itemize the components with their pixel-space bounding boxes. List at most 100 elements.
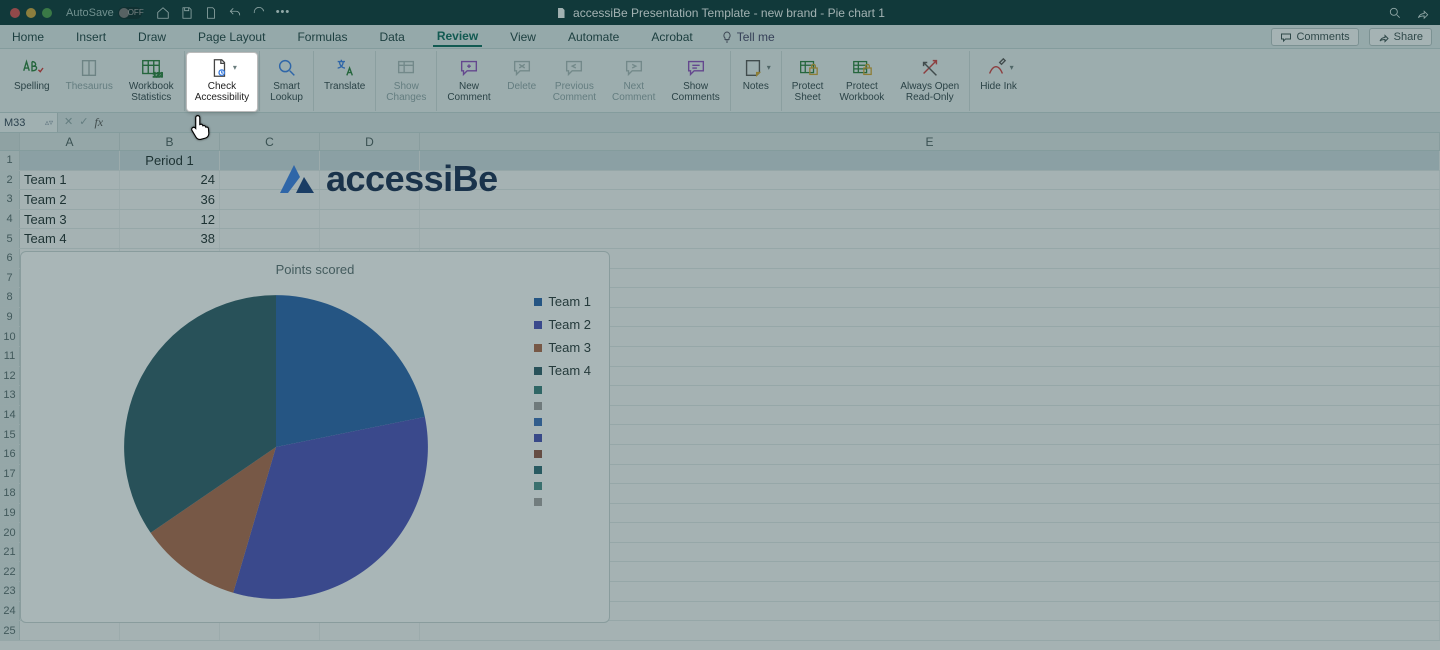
table-row[interactable]: 3 Team 2 36 [0, 190, 1440, 210]
cell[interactable] [420, 621, 1440, 640]
row-header[interactable]: 19 [0, 504, 20, 523]
row-header[interactable]: 13 [0, 386, 20, 405]
tab-insert[interactable]: Insert [72, 28, 110, 46]
tab-draw[interactable]: Draw [134, 28, 170, 46]
cell[interactable]: Team 2 [20, 190, 120, 209]
tab-page-layout[interactable]: Page Layout [194, 28, 269, 46]
row-header[interactable]: 1 [0, 151, 20, 170]
row-header[interactable]: 20 [0, 523, 20, 542]
row-header[interactable]: 4 [0, 210, 20, 229]
col-header-A[interactable]: A [20, 133, 120, 150]
cell[interactable] [320, 229, 420, 248]
tab-data[interactable]: Data [375, 28, 408, 46]
row-header[interactable]: 12 [0, 367, 20, 386]
cell[interactable]: 38 [120, 229, 220, 248]
tab-acrobat[interactable]: Acrobat [647, 28, 696, 46]
more-icon[interactable]: ••• [276, 6, 291, 20]
cell[interactable] [420, 190, 1440, 209]
row-header[interactable]: 11 [0, 347, 20, 366]
tab-formulas[interactable]: Formulas [293, 28, 351, 46]
row-header[interactable]: 24 [0, 602, 20, 621]
window-controls[interactable] [10, 8, 52, 18]
col-header-E[interactable]: E [420, 133, 1440, 150]
row-header[interactable]: 2 [0, 171, 20, 190]
accept-formula-icon[interactable]: ✓ [79, 115, 88, 130]
search-icon[interactable] [1388, 6, 1402, 20]
row-header[interactable]: 8 [0, 288, 20, 307]
fx-icon[interactable]: fx [94, 115, 103, 130]
cell[interactable]: 36 [120, 190, 220, 209]
tab-home[interactable]: Home [8, 28, 48, 46]
cell[interactable] [420, 229, 1440, 248]
row-header[interactable]: 14 [0, 406, 20, 425]
table-row[interactable]: 1 Period 1 [0, 151, 1440, 171]
name-box[interactable]: M33▵▿ [0, 113, 58, 132]
cell[interactable]: Period 1 [120, 151, 220, 170]
cell[interactable] [20, 621, 120, 640]
row-header[interactable]: 21 [0, 543, 20, 562]
spelling-button[interactable]: Spelling [6, 53, 58, 111]
undo-icon[interactable] [228, 6, 242, 20]
share-button[interactable]: Share [1369, 28, 1432, 46]
always-open-readonly-button[interactable]: Always Open Read-Only [892, 53, 967, 111]
cell[interactable] [420, 171, 1440, 190]
workbook-statistics-button[interactable]: 123Workbook Statistics [121, 53, 182, 111]
cell[interactable] [420, 151, 1440, 170]
cell[interactable]: Team 3 [20, 210, 120, 229]
protect-workbook-button[interactable]: Protect Workbook [831, 53, 892, 111]
new-comment-button[interactable]: New Comment [439, 53, 498, 111]
maximize-window-icon[interactable] [42, 8, 52, 18]
cell[interactable]: Team 4 [20, 229, 120, 248]
row-header[interactable]: 6 [0, 249, 20, 268]
table-row[interactable]: 5 Team 4 38 [0, 229, 1440, 249]
row-header[interactable]: 23 [0, 582, 20, 601]
redo-icon[interactable] [252, 6, 266, 20]
document-icon[interactable] [204, 6, 218, 20]
share-toolbar-icon[interactable] [1416, 6, 1430, 20]
tab-automate[interactable]: Automate [564, 28, 623, 46]
pie-chart[interactable]: Points scored Team 1Team 2Team 3Team 4 [20, 251, 610, 623]
cell[interactable] [20, 151, 120, 170]
smart-lookup-button[interactable]: Smart Lookup [262, 53, 311, 111]
spreadsheet-grid[interactable]: A B C D E 1 Period 1 2 Team 1 24 3 Team … [0, 133, 1440, 650]
row-header[interactable]: 15 [0, 425, 20, 444]
cell[interactable] [320, 210, 420, 229]
cell[interactable] [320, 621, 420, 640]
row-header[interactable]: 5 [0, 229, 20, 248]
cell[interactable] [220, 621, 320, 640]
tell-me[interactable]: Tell me [721, 30, 775, 44]
home-icon[interactable] [156, 6, 170, 20]
row-header[interactable]: 17 [0, 465, 20, 484]
cell[interactable] [220, 229, 320, 248]
table-row[interactable]: 4 Team 3 12 [0, 210, 1440, 230]
col-header-D[interactable]: D [320, 133, 420, 150]
cancel-formula-icon[interactable]: ✕ [64, 115, 73, 130]
tab-view[interactable]: View [506, 28, 540, 46]
row-header[interactable]: 10 [0, 327, 20, 346]
protect-sheet-button[interactable]: Protect Sheet [784, 53, 832, 111]
show-comments-button[interactable]: Show Comments [663, 53, 727, 111]
check-accessibility-button[interactable]: ▾Check Accessibility [187, 53, 257, 111]
row-header[interactable]: 16 [0, 445, 20, 464]
row-header[interactable]: 25 [0, 621, 20, 640]
close-window-icon[interactable] [10, 8, 20, 18]
col-header-C[interactable]: C [220, 133, 320, 150]
row-header[interactable]: 7 [0, 269, 20, 288]
cell[interactable]: Team 1 [20, 171, 120, 190]
select-all-corner[interactable] [0, 133, 20, 150]
translate-button[interactable]: Translate [316, 53, 373, 111]
comments-button[interactable]: Comments [1271, 28, 1358, 46]
notes-button[interactable]: ▾Notes [733, 53, 779, 111]
table-row[interactable]: 2 Team 1 24 [0, 171, 1440, 191]
row-header[interactable]: 18 [0, 484, 20, 503]
cell[interactable] [420, 210, 1440, 229]
table-row[interactable]: 25 [0, 621, 1440, 641]
row-header[interactable]: 22 [0, 562, 20, 581]
hide-ink-button[interactable]: ▾Hide Ink [972, 53, 1025, 111]
cell[interactable]: 24 [120, 171, 220, 190]
tab-review[interactable]: Review [433, 27, 482, 47]
row-header[interactable]: 3 [0, 190, 20, 209]
minimize-window-icon[interactable] [26, 8, 36, 18]
row-header[interactable]: 9 [0, 308, 20, 327]
cell[interactable] [220, 210, 320, 229]
